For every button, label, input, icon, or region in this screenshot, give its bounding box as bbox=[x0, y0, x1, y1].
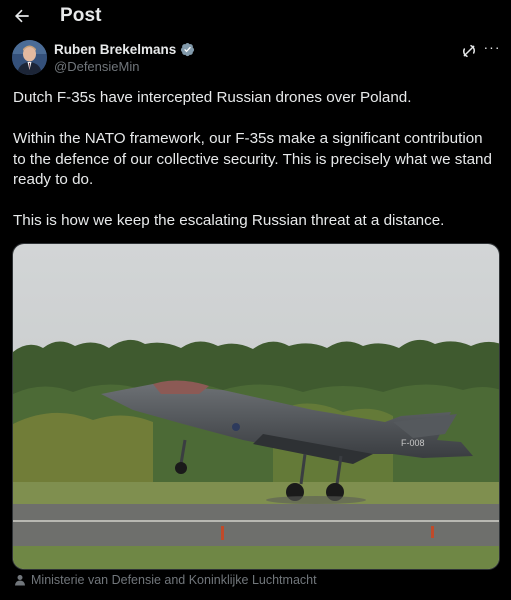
author-name-row: Ruben Brekelmans bbox=[54, 42, 195, 57]
media-credit: Ministerie van Defensie and Koninklijke … bbox=[14, 573, 317, 587]
tweet-paragraph: Dutch F-35s have intercepted Russian dro… bbox=[13, 89, 412, 106]
media-credit-text[interactable]: Ministerie van Defensie and Koninklijke … bbox=[31, 573, 317, 587]
person-icon bbox=[15, 575, 25, 586]
tweet-text: Dutch F-35s have intercepted Russian dro… bbox=[13, 88, 498, 232]
tweet-paragraph: This is how we keep the escalating Russi… bbox=[13, 212, 445, 229]
author-display-name[interactable]: Ruben Brekelmans bbox=[54, 42, 176, 57]
top-bar: Post bbox=[0, 0, 511, 34]
verified-badge-icon bbox=[181, 42, 195, 57]
tweet-paragraph: Within the NATO framework, our F-35s mak… bbox=[13, 130, 492, 188]
author-handle[interactable]: @DefensieMin bbox=[54, 59, 139, 74]
avatar[interactable] bbox=[12, 40, 47, 75]
back-button[interactable] bbox=[10, 4, 34, 28]
f35-landing-photo: F-008 bbox=[13, 244, 499, 569]
post-header: Ruben Brekelmans @DefensieMin ··· bbox=[12, 40, 502, 76]
more-options-button[interactable]: ··· bbox=[482, 40, 502, 58]
page-title: Post bbox=[60, 5, 102, 26]
tail-code: F-008 bbox=[401, 438, 425, 448]
arrow-left-icon bbox=[14, 9, 29, 23]
tweet-image[interactable]: F-008 bbox=[12, 243, 500, 570]
grok-button[interactable] bbox=[460, 42, 478, 60]
grok-icon bbox=[463, 44, 475, 58]
